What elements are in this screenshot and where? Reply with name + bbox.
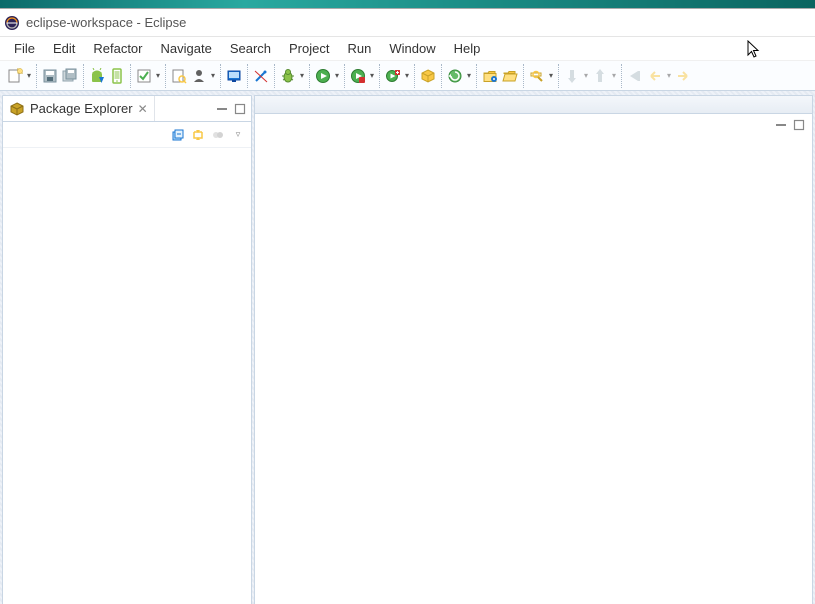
package-explorer-minimize-icon[interactable] (215, 102, 229, 116)
next-annotation-dropdown[interactable]: ▾ (610, 67, 618, 85)
search-dropdown[interactable]: ▾ (547, 67, 555, 85)
last-edit-icon[interactable] (626, 67, 644, 85)
search-icon[interactable] (528, 67, 546, 85)
toggle-breakpoints-icon[interactable] (135, 67, 153, 85)
menu-navigate[interactable]: Navigate (153, 39, 220, 58)
new-icon[interactable] (6, 67, 24, 85)
open-task-person-icon[interactable] (190, 67, 208, 85)
editor-maximize-icon[interactable] (792, 118, 806, 132)
link-editor-icon[interactable] (191, 128, 205, 142)
build-dropdown[interactable]: ▾ (465, 67, 473, 85)
save-icon[interactable] (41, 67, 59, 85)
editor-tabstrip[interactable] (254, 95, 813, 113)
package-explorer-tab-row: Package Explorer ✕ (3, 96, 251, 122)
skip-breakpoints-icon[interactable] (252, 67, 270, 85)
toggle-breakpoints-dropdown[interactable]: ▾ (154, 67, 162, 85)
prev-annotation-icon[interactable] (563, 67, 581, 85)
external-tools-icon[interactable] (384, 67, 402, 85)
new-dropdown[interactable]: ▾ (25, 67, 33, 85)
open-task-icon[interactable] (481, 67, 499, 85)
eclipse-window: eclipse-workspace - Eclipse File Edit Re… (0, 8, 815, 604)
package-explorer-close-icon[interactable]: ✕ (138, 102, 148, 116)
forward-icon[interactable] (674, 67, 692, 85)
editor-area (254, 95, 813, 604)
android-sdk-icon[interactable] (88, 67, 106, 85)
new-screen-icon[interactable] (225, 67, 243, 85)
title-bar[interactable]: eclipse-workspace - Eclipse (0, 9, 815, 37)
open-task-person-dropdown[interactable]: ▾ (209, 67, 217, 85)
menu-edit[interactable]: Edit (45, 39, 83, 58)
menu-run[interactable]: Run (339, 39, 379, 58)
package-explorer-icon (9, 101, 25, 117)
android-avd-icon[interactable] (108, 67, 126, 85)
back-icon[interactable] (646, 67, 664, 85)
open-type-icon[interactable] (170, 67, 188, 85)
menu-refactor[interactable]: Refactor (85, 39, 150, 58)
coverage-dropdown[interactable]: ▾ (368, 67, 376, 85)
package-explorer-tree[interactable] (3, 148, 251, 604)
work-area: Package Explorer ✕ (0, 91, 815, 604)
next-annotation-icon[interactable] (591, 67, 609, 85)
editor-minimize-icon[interactable] (774, 118, 788, 132)
view-menu-icon[interactable]: ▿ (231, 128, 245, 142)
package-explorer-view: Package Explorer ✕ (2, 95, 252, 604)
package-explorer-toolbar: ▿ (3, 122, 251, 148)
run-dropdown[interactable]: ▾ (333, 67, 341, 85)
menu-bar: File Edit Refactor Navigate Search Proje… (0, 37, 815, 61)
focus-task-icon[interactable] (211, 128, 225, 142)
desktop-sliver (0, 0, 815, 8)
eclipse-logo-icon (4, 15, 20, 31)
editor-body[interactable] (254, 113, 813, 604)
save-all-icon[interactable] (61, 67, 79, 85)
menu-search[interactable]: Search (222, 39, 279, 58)
build-icon[interactable] (446, 67, 464, 85)
collapse-all-icon[interactable] (171, 128, 185, 142)
open-resource-icon[interactable] (501, 67, 519, 85)
menu-project[interactable]: Project (281, 39, 337, 58)
external-tools-dropdown[interactable]: ▾ (403, 67, 411, 85)
back-dropdown[interactable]: ▾ (665, 67, 673, 85)
new-package-icon[interactable] (419, 67, 437, 85)
package-explorer-maximize-icon[interactable] (233, 102, 247, 116)
menu-help[interactable]: Help (446, 39, 489, 58)
window-title: eclipse-workspace - Eclipse (26, 15, 186, 30)
menu-window[interactable]: Window (381, 39, 443, 58)
menu-file[interactable]: File (6, 39, 43, 58)
debug-icon[interactable] (279, 67, 297, 85)
package-explorer-tab-label: Package Explorer (30, 101, 133, 116)
main-toolbar: ▾ ▾ (0, 61, 815, 91)
debug-dropdown[interactable]: ▾ (298, 67, 306, 85)
prev-annotation-dropdown[interactable]: ▾ (582, 67, 590, 85)
coverage-icon[interactable] (349, 67, 367, 85)
run-icon[interactable] (314, 67, 332, 85)
package-explorer-tab[interactable]: Package Explorer ✕ (3, 96, 155, 121)
